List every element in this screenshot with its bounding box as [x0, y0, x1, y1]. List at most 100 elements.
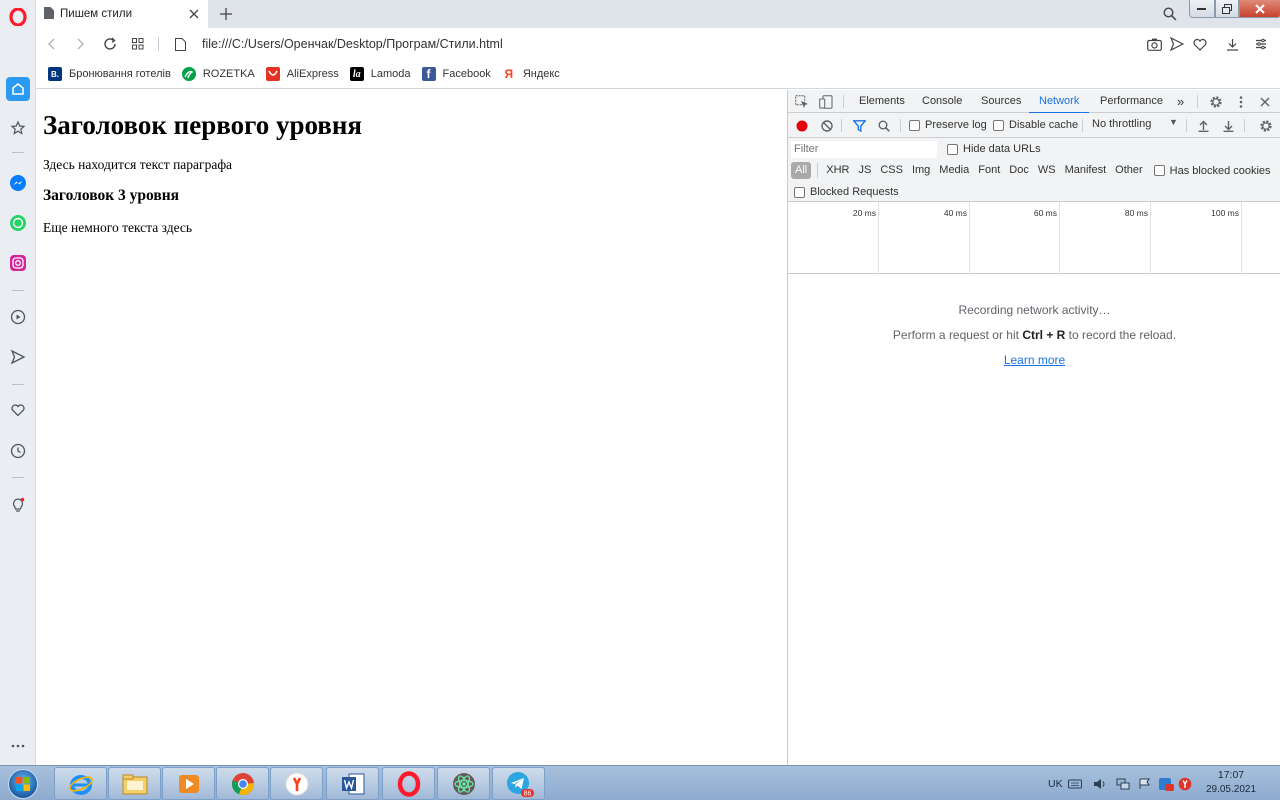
language-indicator[interactable]: UK — [1048, 766, 1063, 800]
type-filter-js[interactable]: JS — [858, 162, 871, 179]
network-timeline-overview[interactable]: 20 ms 40 ms 60 ms 80 ms 100 ms — [788, 202, 1280, 274]
tab-console[interactable]: Console — [922, 90, 962, 113]
close-tab-icon[interactable] — [184, 4, 204, 24]
import-har-icon[interactable] — [1194, 117, 1212, 135]
back-arrow-icon[interactable] — [42, 34, 62, 54]
bookmark-booking[interactable]: B. Бронювання готелів — [48, 67, 171, 81]
filter-input[interactable]: Filter — [791, 141, 937, 158]
lightbulb-icon[interactable] — [6, 493, 30, 517]
record-button-icon[interactable] — [793, 117, 811, 135]
export-har-icon[interactable] — [1219, 117, 1237, 135]
bookmark-aliexpress[interactable]: AliExpress — [265, 67, 339, 81]
whatsapp-icon[interactable] — [6, 211, 30, 235]
heart-icon[interactable] — [6, 398, 30, 422]
taskbar-opera-icon[interactable] — [382, 767, 435, 800]
taskbar-explorer-icon[interactable] — [108, 767, 161, 800]
type-filter-css[interactable]: CSS — [880, 162, 903, 179]
flag-tray-icon[interactable] — [1138, 766, 1152, 800]
opera-logo-icon[interactable] — [9, 7, 27, 27]
system-clock[interactable]: 17:07 29.05.2021 — [1196, 769, 1266, 795]
timeline-tick-label: 100 ms — [1211, 208, 1239, 218]
throttling-select[interactable]: No throttling — [1092, 118, 1151, 130]
tab-search-icon[interactable] — [1160, 4, 1180, 24]
easy-setup-icon[interactable] — [1251, 34, 1271, 54]
more-tabs-chevron-icon[interactable]: » — [1177, 90, 1184, 113]
taskbar-media-player-icon[interactable] — [162, 767, 215, 800]
type-filter-manifest[interactable]: Manifest — [1065, 162, 1107, 179]
bookmark-heart-icon[interactable] — [1190, 34, 1210, 54]
filter-funnel-icon[interactable] — [850, 117, 868, 135]
inspect-element-icon[interactable] — [793, 93, 811, 111]
url-field[interactable]: file:///C:/Users/Оренчак/Desktop/Програм… — [202, 37, 503, 51]
snapshot-camera-icon[interactable] — [1144, 34, 1164, 54]
type-filter-all[interactable]: All — [791, 162, 812, 179]
taskbar-atom-icon[interactable] — [437, 767, 490, 800]
type-filter-xhr[interactable]: XHR — [826, 162, 849, 179]
bookmark-facebook[interactable]: f Facebook — [421, 67, 491, 81]
network-settings-gear-icon[interactable] — [1257, 117, 1275, 135]
preserve-log-checkbox[interactable]: Preserve log — [909, 119, 987, 131]
page-info-icon[interactable] — [170, 34, 190, 54]
forward-arrow-icon[interactable] — [70, 34, 90, 54]
type-filter-font[interactable]: Font — [978, 162, 1000, 179]
taskbar-yandex-browser-icon[interactable] — [270, 767, 323, 800]
type-filter-media[interactable]: Media — [939, 162, 969, 179]
type-filter-other[interactable]: Other — [1115, 162, 1143, 179]
my-flow-icon[interactable] — [6, 345, 30, 369]
type-filter-ws[interactable]: WS — [1038, 162, 1056, 179]
send-to-flow-icon[interactable] — [1167, 34, 1187, 54]
start-button[interactable] — [4, 767, 42, 800]
instagram-icon[interactable] — [6, 251, 30, 275]
bookmark-yandex[interactable]: Я Яндекс — [501, 67, 560, 81]
checkbox-box[interactable] — [909, 119, 920, 131]
bookmark-rozetka[interactable]: ROZETKA — [181, 67, 255, 81]
tab-active[interactable]: Пишем стили — [36, 0, 208, 28]
keyboard-tray-icon[interactable] — [1068, 766, 1082, 800]
has-blocked-cookies-checkbox[interactable]: Has blocked cookies — [1153, 165, 1271, 177]
record-hint-text: Perform a request or hit Ctrl + R to rec… — [788, 328, 1280, 342]
history-clock-icon[interactable] — [6, 439, 30, 463]
speed-dial-grid-icon[interactable] — [128, 34, 148, 54]
devtools-close-icon[interactable] — [1256, 93, 1274, 111]
type-filter-doc[interactable]: Doc — [1009, 162, 1029, 179]
minimize-window-button[interactable] — [1189, 0, 1215, 18]
clear-block-icon[interactable] — [818, 117, 836, 135]
close-window-button[interactable] — [1239, 0, 1280, 18]
devtools-settings-gear-icon[interactable] — [1207, 93, 1225, 111]
new-tab-plus-icon[interactable] — [216, 4, 236, 24]
volume-tray-icon[interactable] — [1093, 766, 1107, 800]
hide-data-urls-checkbox[interactable]: Hide data URLs — [947, 143, 1041, 155]
tab-performance[interactable]: Performance — [1100, 90, 1163, 113]
device-toolbar-icon[interactable] — [817, 93, 835, 111]
player-icon[interactable] — [6, 305, 30, 329]
learn-more-link[interactable]: Learn more — [1004, 353, 1065, 367]
throttling-dropdown-arrow-icon[interactable]: ▼ — [1169, 117, 1178, 127]
more-dots-icon[interactable] — [6, 734, 30, 758]
disable-cache-checkbox[interactable]: Disable cache — [993, 119, 1078, 131]
messenger-icon[interactable] — [6, 171, 30, 195]
blocked-requests-checkbox[interactable]: Blocked Requests — [794, 186, 899, 198]
checkbox-box[interactable] — [993, 119, 1004, 131]
speed-dial-home-icon[interactable] — [6, 77, 30, 101]
devtools-menu-dots-icon[interactable] — [1232, 93, 1250, 111]
type-filter-img[interactable]: Img — [912, 162, 930, 179]
network-tray-icon[interactable] — [1116, 766, 1130, 800]
restore-window-button[interactable] — [1215, 0, 1239, 18]
taskbar-ie-icon[interactable] — [54, 767, 107, 800]
reload-icon[interactable] — [100, 34, 120, 54]
downloads-icon[interactable] — [1222, 34, 1242, 54]
taskbar-chrome-icon[interactable] — [216, 767, 269, 800]
bookmarks-star-icon[interactable] — [6, 116, 30, 140]
tab-sources[interactable]: Sources — [981, 90, 1021, 113]
tab-network[interactable]: Network — [1028, 90, 1090, 114]
tab-elements[interactable]: Elements — [859, 90, 905, 113]
taskbar-telegram-icon[interactable]: 86 — [492, 767, 545, 800]
yandex-tray-icon[interactable] — [1178, 766, 1192, 800]
search-icon[interactable] — [875, 117, 893, 135]
checkbox-box[interactable] — [794, 186, 805, 198]
antivirus-tray-icon[interactable] — [1158, 766, 1174, 800]
checkbox-box[interactable] — [1153, 165, 1165, 176]
checkbox-box[interactable] — [947, 143, 958, 155]
taskbar-word-icon[interactable] — [326, 767, 379, 800]
bookmark-lamoda[interactable]: la Lamoda — [349, 67, 411, 81]
